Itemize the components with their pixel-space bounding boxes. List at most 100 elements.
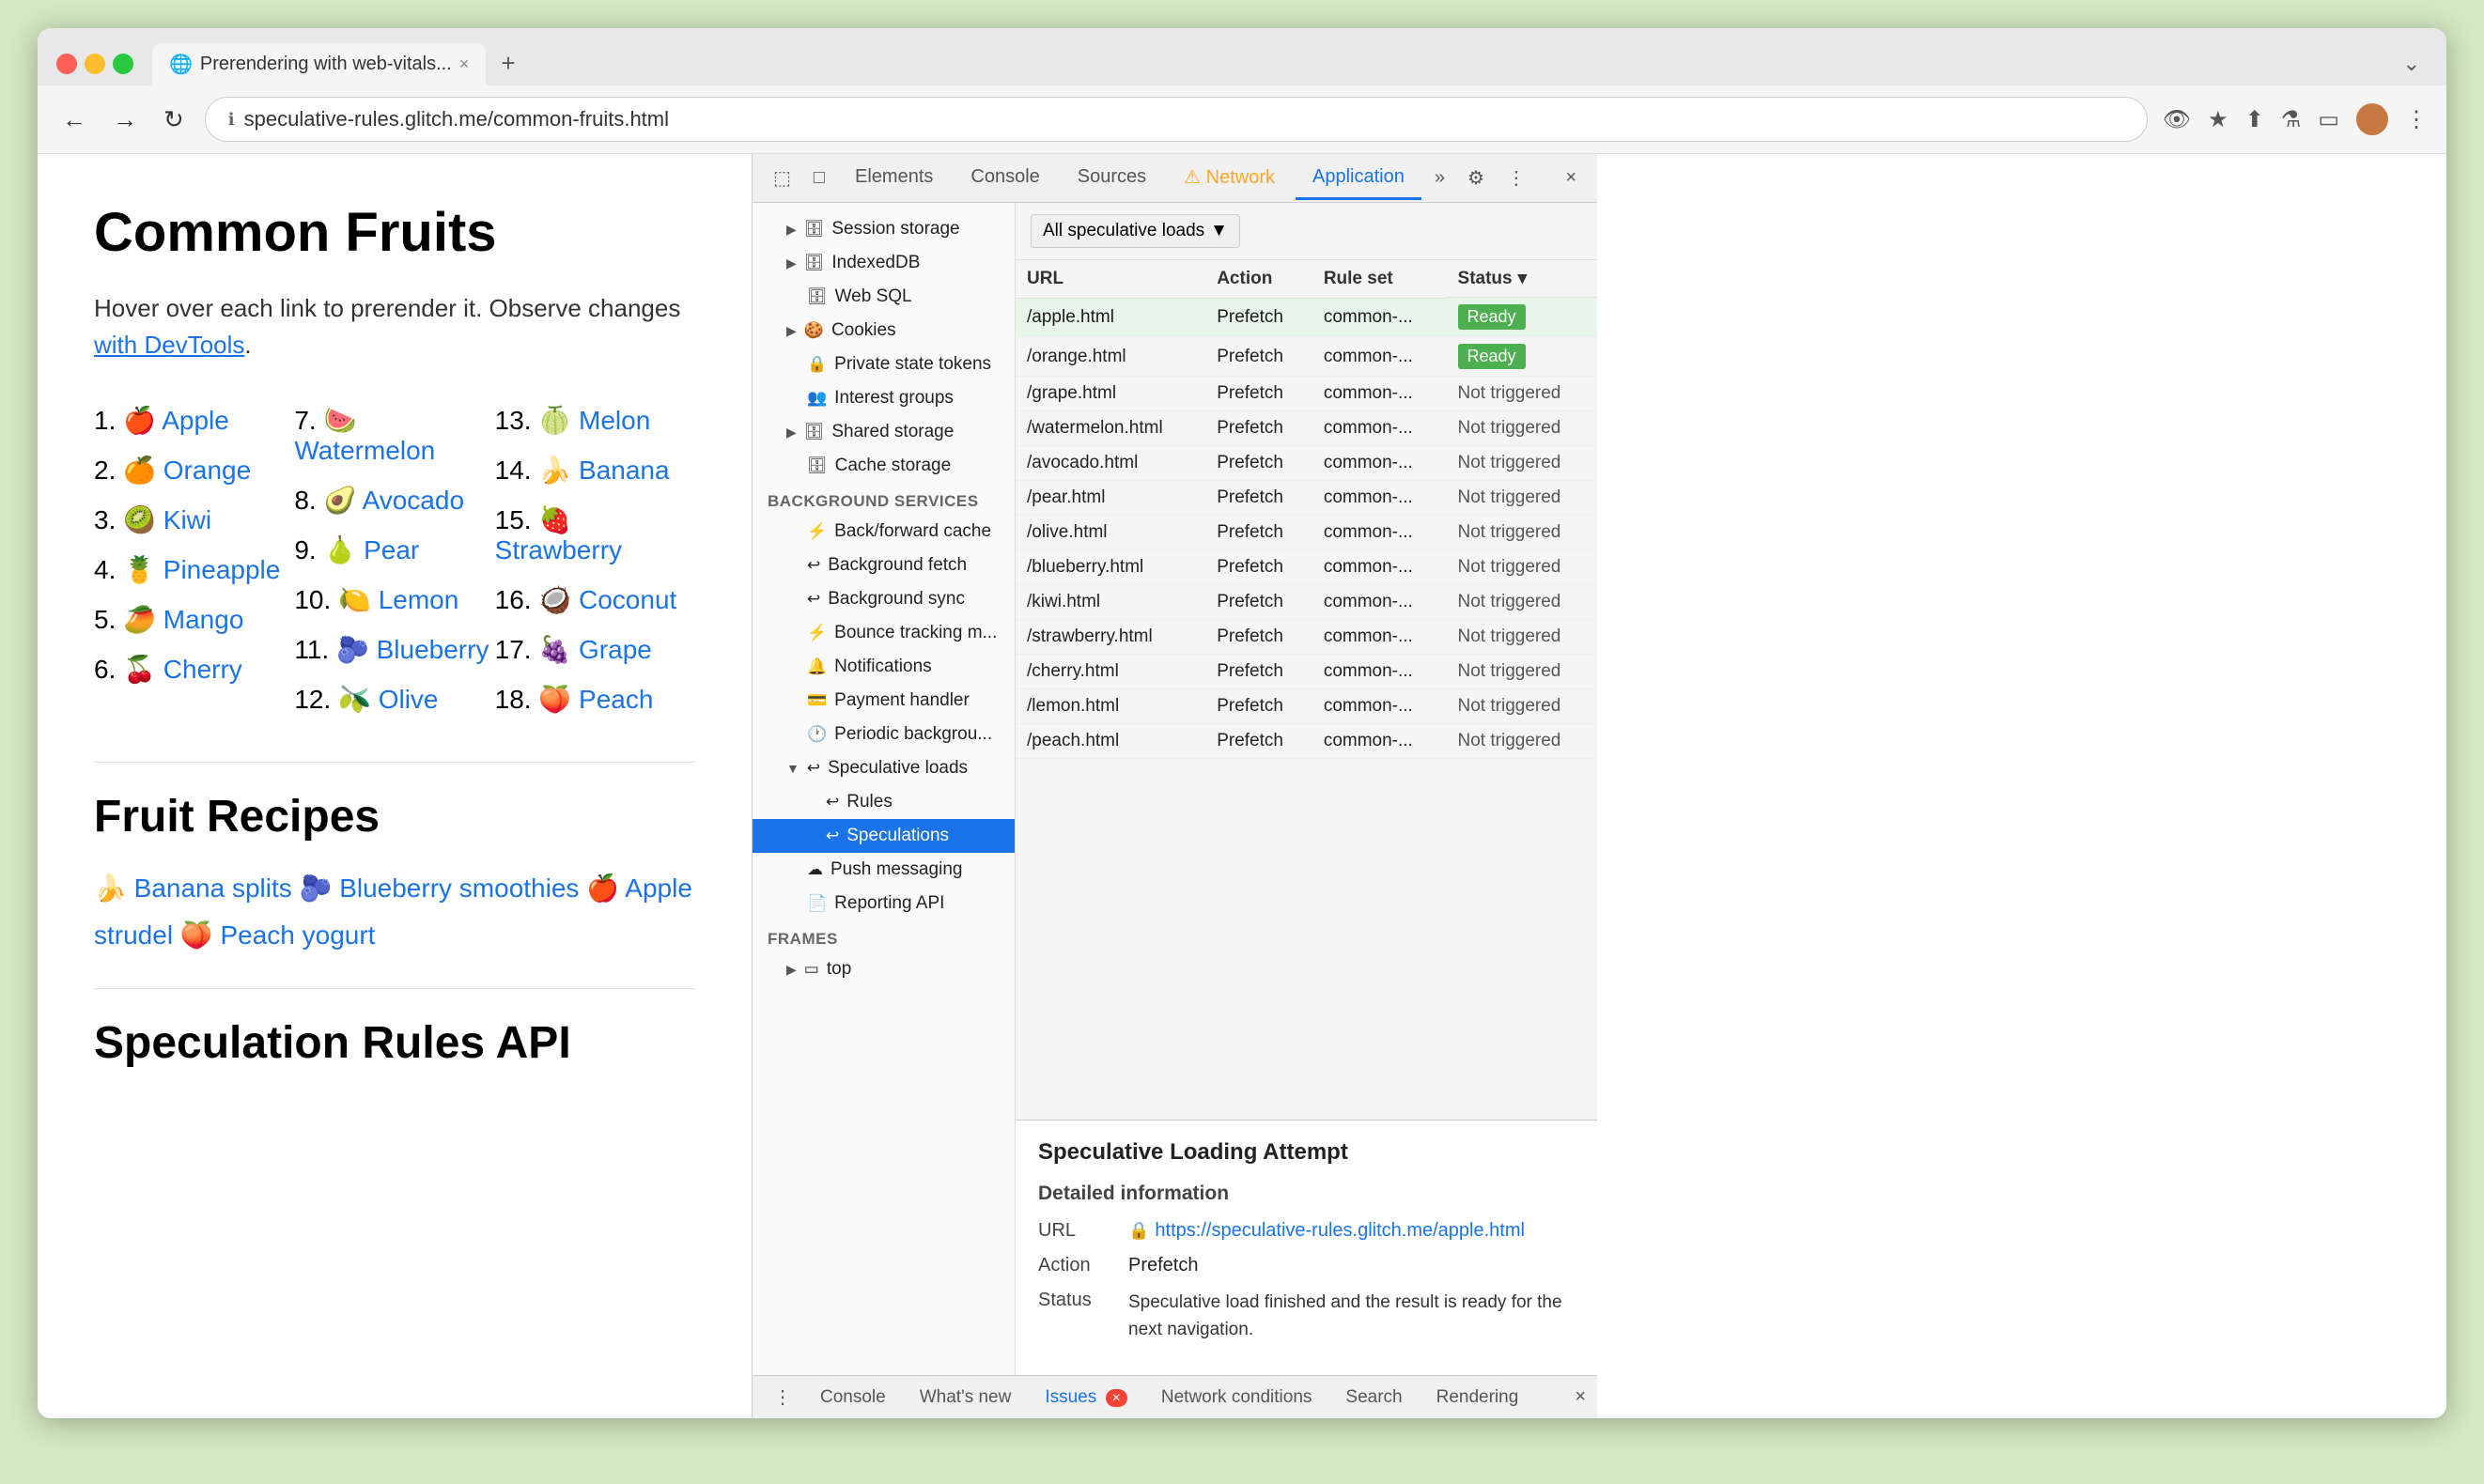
bottom-tab-issues[interactable]: Issues × bbox=[1030, 1380, 1142, 1415]
sidebar-item-back-forward-cache[interactable]: ⚡Back/forward cache bbox=[753, 515, 1015, 549]
extension-icon[interactable]: ⚗ bbox=[2281, 106, 2302, 133]
table-row[interactable]: /orange.html Prefetch common-... Ready bbox=[1016, 337, 1597, 377]
sidebar-item-cache-storage[interactable]: 🗄Cache storage bbox=[753, 449, 1015, 483]
fruit-link-melon[interactable]: Melon bbox=[579, 406, 650, 435]
devtools-settings-icon[interactable]: ⚙ bbox=[1458, 161, 1494, 195]
table-row[interactable]: /kiwi.html Prefetch common-... Not trigg… bbox=[1016, 585, 1597, 620]
table-row[interactable]: /apple.html Prefetch common-... Ready bbox=[1016, 298, 1597, 337]
table-row[interactable]: /strawberry.html Prefetch common-... Not… bbox=[1016, 620, 1597, 655]
devtools-inspect-icon[interactable]: ⬚ bbox=[764, 161, 800, 195]
sidebar-item-speculative-loads[interactable]: ▼↩Speculative loads bbox=[753, 751, 1015, 785]
fruit-link-pear[interactable]: Pear bbox=[364, 535, 419, 564]
new-tab-button[interactable]: + bbox=[493, 41, 522, 85]
sidebar-item-web-sql[interactable]: 🗄Web SQL bbox=[753, 280, 1015, 314]
fruit-link-blueberry[interactable]: Blueberry bbox=[377, 635, 489, 664]
sidebar-item-payment-handler[interactable]: 💳Payment handler bbox=[753, 684, 1015, 718]
speculative-loads-dropdown[interactable]: All speculative loads ▼ bbox=[1031, 214, 1240, 248]
sidebar-item-speculations[interactable]: ↩Speculations bbox=[753, 819, 1015, 853]
split-view-icon[interactable]: ▭ bbox=[2318, 106, 2339, 133]
devtools-device-icon[interactable]: □ bbox=[804, 162, 834, 194]
bottom-bar-close-button[interactable]: × bbox=[1575, 1386, 1586, 1408]
bottom-tab-whatsnew[interactable]: What's new bbox=[905, 1380, 1027, 1415]
active-tab[interactable]: 🌐 Prerendering with web-vitals... × bbox=[152, 43, 486, 85]
avatar[interactable] bbox=[2356, 103, 2388, 135]
table-row[interactable]: /grape.html Prefetch common-... Not trig… bbox=[1016, 377, 1597, 411]
fruit-link-peach[interactable]: Peach bbox=[579, 685, 653, 714]
sidebar-item-bounce-tracking-m---[interactable]: ⚡Bounce tracking m... bbox=[753, 616, 1015, 650]
devtools-menu-icon[interactable]: ⋮ bbox=[1498, 161, 1535, 195]
fruit-link-watermelon[interactable]: Watermelon bbox=[294, 436, 435, 465]
fruit-link-apple[interactable]: Apple bbox=[162, 406, 229, 435]
bottom-tab-search[interactable]: Search bbox=[1330, 1380, 1417, 1415]
sidebar-item-indexeddb[interactable]: ▶🗄IndexedDB bbox=[753, 246, 1015, 280]
close-button[interactable] bbox=[56, 54, 77, 74]
minimize-button[interactable] bbox=[85, 54, 105, 74]
refresh-button[interactable]: ↻ bbox=[158, 100, 190, 140]
back-button[interactable]: ← bbox=[56, 100, 92, 140]
fruit-link-avocado[interactable]: Avocado bbox=[363, 486, 464, 515]
recipe-link-3[interactable]: 🍑 Peach yogurt bbox=[180, 920, 376, 950]
sidebar-item-shared-storage[interactable]: ▶🗄Shared storage bbox=[753, 415, 1015, 449]
tab-network[interactable]: ⚠ Network bbox=[1167, 156, 1292, 201]
fruit-link-orange[interactable]: Orange bbox=[163, 456, 251, 485]
sidebar-item-private-state-tokens[interactable]: 🔒Private state tokens bbox=[753, 348, 1015, 381]
table-row[interactable]: /olive.html Prefetch common-... Not trig… bbox=[1016, 516, 1597, 550]
sidebar-item-top[interactable]: ▶▭top bbox=[753, 952, 1015, 986]
bottom-tab-rendering[interactable]: Rendering bbox=[1421, 1380, 1534, 1415]
fruit-link-kiwi[interactable]: Kiwi bbox=[163, 505, 211, 534]
table-row[interactable]: /lemon.html Prefetch common-... Not trig… bbox=[1016, 689, 1597, 724]
fruit-link-strawberry[interactable]: Strawberry bbox=[495, 535, 622, 564]
tab-sources[interactable]: Sources bbox=[1061, 157, 1163, 200]
tab-elements[interactable]: Elements bbox=[838, 157, 950, 200]
forward-button[interactable]: → bbox=[107, 100, 143, 140]
more-tabs-button[interactable]: » bbox=[1425, 162, 1454, 194]
share-icon[interactable]: ⬆ bbox=[2245, 106, 2264, 133]
table-row[interactable]: /watermelon.html Prefetch common-... Not… bbox=[1016, 411, 1597, 446]
sidebar-item-periodic-backgrou---[interactable]: 🕐Periodic backgrou... bbox=[753, 718, 1015, 751]
devtools-link[interactable]: with DevTools bbox=[94, 331, 244, 359]
sidebar-item-cookies[interactable]: ▶🍪Cookies bbox=[753, 314, 1015, 348]
sidebar-item-background-fetch[interactable]: ↩Background fetch bbox=[753, 549, 1015, 582]
fruit-link-cherry[interactable]: Cherry bbox=[163, 655, 242, 684]
bottom-tab-network-conditions[interactable]: Network conditions bbox=[1146, 1380, 1327, 1415]
sidebar-item-rules[interactable]: ↩Rules bbox=[753, 785, 1015, 819]
sidebar-item-interest-groups[interactable]: 👥Interest groups bbox=[753, 381, 1015, 415]
tab-console[interactable]: Console bbox=[954, 157, 1056, 200]
maximize-button[interactable] bbox=[113, 54, 133, 74]
detail-url-value[interactable]: 🔒 https://speculative-rules.glitch.me/ap… bbox=[1128, 1220, 1525, 1242]
status-not-triggered: Not triggered bbox=[1458, 626, 1561, 646]
table-row[interactable]: /peach.html Prefetch common-... Not trig… bbox=[1016, 724, 1597, 759]
tab-application[interactable]: Application bbox=[1296, 157, 1421, 200]
table-row[interactable]: /pear.html Prefetch common-... Not trigg… bbox=[1016, 481, 1597, 516]
sidebar-item-reporting-api[interactable]: 📄Reporting API bbox=[753, 887, 1015, 920]
fruit-link-mango[interactable]: Mango bbox=[163, 605, 244, 634]
eye-icon[interactable]: 👁 bbox=[2163, 106, 2191, 133]
fruit-link-lemon[interactable]: Lemon bbox=[379, 585, 459, 614]
bottom-bar-menu-icon[interactable]: ⋮ bbox=[764, 1380, 801, 1414]
tab-list-chevron-icon[interactable]: ⌄ bbox=[2396, 44, 2428, 84]
fruit-link-coconut[interactable]: Coconut bbox=[579, 585, 676, 614]
sidebar-item-background-sync[interactable]: ↩Background sync bbox=[753, 582, 1015, 616]
sidebar-item-session-storage[interactable]: ▶🗄Session storage bbox=[753, 212, 1015, 246]
sidebar-item-notifications[interactable]: 🔔Notifications bbox=[753, 650, 1015, 684]
devtools-close-button[interactable]: × bbox=[1556, 162, 1586, 194]
table-row[interactable]: /blueberry.html Prefetch common-... Not … bbox=[1016, 550, 1597, 585]
fruit-link-banana[interactable]: Banana bbox=[579, 456, 670, 485]
cell-status: Not triggered bbox=[1447, 689, 1597, 724]
fruit-link-pineapple[interactable]: Pineapple bbox=[163, 555, 281, 584]
fruit-link-grape[interactable]: Grape bbox=[579, 635, 652, 664]
sidebar-item-push-messaging[interactable]: ☁Push messaging bbox=[753, 853, 1015, 887]
table-row[interactable]: /avocado.html Prefetch common-... Not tr… bbox=[1016, 446, 1597, 481]
recipe-link-0[interactable]: 🍌 Banana splits bbox=[94, 873, 292, 903]
tab-close-button[interactable]: × bbox=[459, 54, 470, 74]
recipe-link-1[interactable]: 🫐 Blueberry smoothies bbox=[300, 873, 580, 903]
detail-url-label: URL bbox=[1038, 1220, 1113, 1242]
more-menu-icon[interactable]: ⋮ bbox=[2405, 106, 2428, 133]
status-sort-icon[interactable]: ▾ bbox=[1518, 268, 1528, 289]
bookmark-icon[interactable]: ★ bbox=[2208, 106, 2228, 133]
bottom-tab-console[interactable]: Console bbox=[805, 1380, 901, 1415]
fruit-link-olive[interactable]: Olive bbox=[379, 685, 439, 714]
address-bar[interactable]: ℹ speculative-rules.glitch.me/common-fru… bbox=[205, 97, 2148, 142]
list-item: 1. 🍎 Apple bbox=[94, 395, 294, 445]
table-row[interactable]: /cherry.html Prefetch common-... Not tri… bbox=[1016, 655, 1597, 689]
